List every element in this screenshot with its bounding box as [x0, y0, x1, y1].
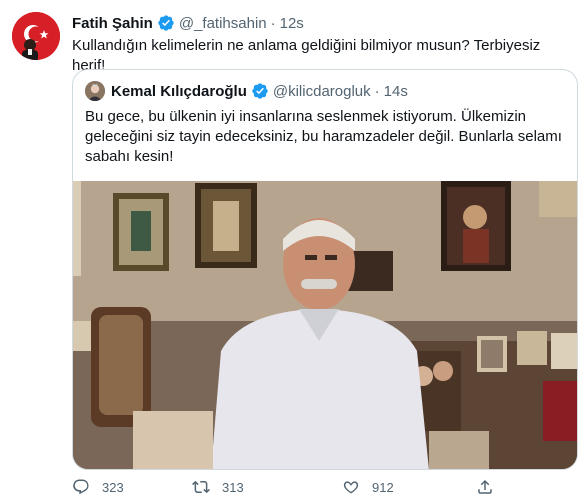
share-icon [476, 478, 506, 496]
tweet-header: Fatih Şahin @_fatihsahin · 12s [72, 12, 304, 34]
author-avatar[interactable] [12, 12, 60, 60]
reply-button[interactable]: 323 [72, 478, 124, 496]
author-name[interactable]: Fatih Şahin [72, 15, 153, 32]
quoted-tweet-timestamp: 14s [383, 82, 408, 100]
quoted-author-name: Kemal Kılıçdaroğlu [111, 82, 247, 100]
reply-icon [72, 478, 102, 496]
quoted-tweet-text: Bu gece, bu ülkenin iyi insanlarına sesl… [85, 108, 562, 165]
verified-badge-icon [251, 82, 269, 100]
quoted-author-avatar [85, 81, 105, 101]
verified-badge-icon [157, 14, 175, 32]
reply-count: 323 [102, 479, 124, 495]
share-button[interactable] [476, 478, 506, 496]
like-button[interactable]: 912 [342, 478, 394, 496]
tweet-timestamp[interactable]: 12s [280, 15, 304, 32]
separator-dot: · [374, 82, 380, 100]
tweet[interactable]: Fatih Şahin @_fatihsahin · 12s Kullandığ… [0, 0, 579, 498]
author-handle[interactable]: @_fatihsahin [179, 15, 267, 32]
quoted-tweet-header: Kemal Kılıçdaroğlu @kilicdarogluk · 14s [85, 80, 408, 102]
heart-icon [342, 478, 372, 496]
retweet-icon [192, 478, 222, 496]
retweet-button[interactable]: 313 [192, 478, 244, 496]
tweet-actions: 323 313 912 [72, 476, 512, 498]
separator-dot: · [270, 14, 276, 32]
like-count: 912 [372, 479, 394, 495]
quoted-tweet[interactable]: Kemal Kılıçdaroğlu @kilicdarogluk · 14s … [72, 69, 578, 470]
video-thumbnail[interactable] [73, 181, 577, 469]
retweet-count: 313 [222, 479, 244, 495]
quoted-author-handle: @kilicdarogluk [272, 82, 371, 100]
